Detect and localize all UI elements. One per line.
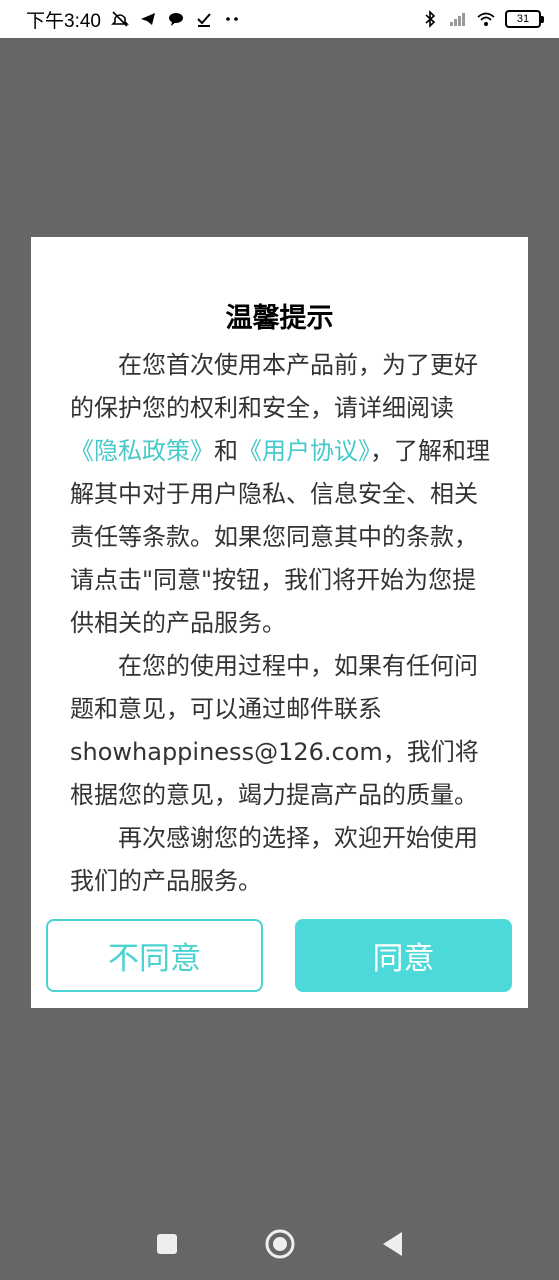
paragraph-1: 在您首次使用本产品前，为了更好的保护您的权利和安全，请详细阅读《隐私政策》和《用… — [70, 344, 490, 645]
status-time: 下午3:40 — [26, 10, 101, 32]
back-triangle-icon[interactable] — [373, 1224, 413, 1264]
mute-icon — [111, 10, 129, 28]
paragraph-3: 再次感谢您的选择，欢迎开始使用我们的产品服务。 — [70, 824, 478, 895]
chat-icon — [167, 10, 185, 28]
home-circle-icon[interactable] — [260, 1224, 300, 1264]
agree-button[interactable]: 同意 — [295, 919, 512, 992]
bluetooth-icon — [421, 10, 439, 28]
telegram-icon — [139, 10, 157, 28]
user-agreement-link[interactable]: 《用户协议》 — [238, 437, 370, 465]
recents-square-icon[interactable] — [147, 1224, 187, 1264]
navigation-bar — [0, 1208, 559, 1280]
paragraph-2: 在您的使用过程中，如果有任何问题和意见，可以通过邮件联系showhappines… — [70, 652, 479, 809]
paragraph-1-text-b: ，了解和理解其中对于用户隐私、信息安全、相关责任等条款。如果您同意其中的条款，请… — [70, 437, 490, 637]
disagree-button[interactable]: 不同意 — [46, 919, 263, 992]
privacy-policy-link[interactable]: 《隐私政策》 — [70, 437, 214, 465]
more-dots-icon — [223, 10, 241, 28]
dialog-title: 温馨提示 — [225, 303, 334, 334]
check-icon — [195, 10, 213, 28]
paragraph-1-text-a: 在您首次使用本产品前，为了更好的保护您的权利和安全，请详细阅读 — [70, 351, 478, 422]
status-bar: 下午3:40 31 — [0, 0, 559, 38]
signal-icon — [449, 10, 467, 28]
battery-icon: 31 — [505, 10, 544, 28]
wifi-icon — [477, 10, 495, 28]
and-text: 和 — [214, 437, 238, 465]
dialog-body: 在您首次使用本产品前，为了更好的保护您的权利和安全，请详细阅读《隐私政策》和《用… — [70, 344, 490, 903]
